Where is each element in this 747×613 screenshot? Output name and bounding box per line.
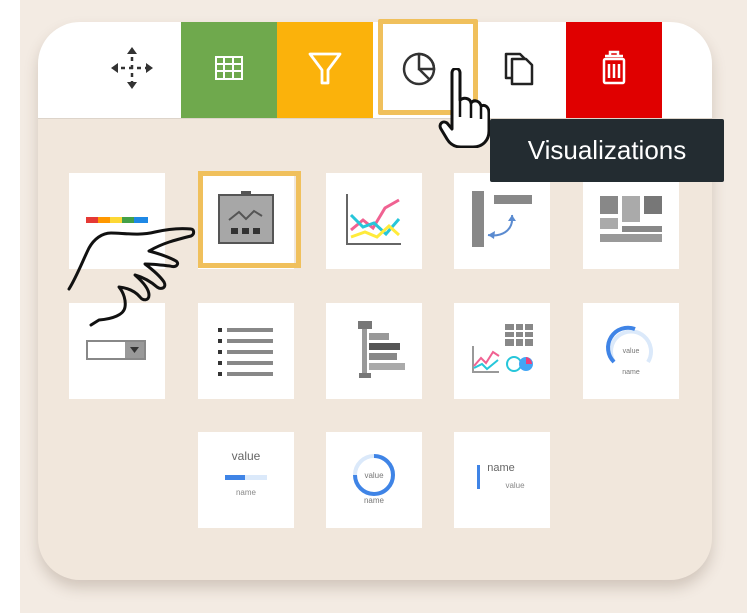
copy-tool-button[interactable] [469,22,565,118]
line-chart-icon [343,190,405,253]
page: value name value name value name name va… [0,0,747,613]
svg-text:name: name [236,488,257,497]
visualizations-tool-button[interactable] [373,22,469,118]
toolbar [38,22,712,119]
visualization-tile-dropdown[interactable] [69,303,165,399]
pie-chart-icon [397,44,445,97]
visualizations-tooltip: Visualizations [490,119,724,182]
visualization-tile-color-bar[interactable] [69,173,165,269]
visualization-tile-hierarchy[interactable] [326,303,422,399]
copy-icon [498,48,536,93]
svg-text:value: value [232,449,261,463]
hierarchy-icon [342,317,406,386]
dashboard-icon [469,320,535,383]
grid-layout-icon [598,190,664,253]
svg-text:value: value [623,348,640,355]
svg-text:name: name [364,496,385,505]
visualization-tile-list[interactable] [198,303,294,399]
filter-tool-button[interactable] [277,22,373,118]
visualization-tile-circular-gauge[interactable]: value name [583,303,679,399]
linear-gauge-icon: value name [211,445,281,516]
svg-text:name: name [487,462,515,474]
color-bar-icon [86,208,148,235]
visualization-tile-linear-gauge[interactable]: value name [198,432,294,528]
visualization-tile-dashboard[interactable] [454,303,550,399]
move-arrows-icon [109,45,155,96]
sparkline-icon [217,190,275,252]
delete-tool-button[interactable] [566,22,662,118]
visualization-tile-sparkline[interactable] [198,173,294,269]
circular-gauge-icon: value name [596,314,666,389]
table-tool-button[interactable] [181,22,277,118]
table-icon [214,54,244,87]
visualization-tile-line-chart[interactable] [326,173,422,269]
visualization-tile-flow[interactable] [454,173,550,269]
ring-gauge-icon: value name [339,445,409,516]
bullet-kpi-icon: name value [467,445,537,516]
visualization-panel: value name value name value name name va… [38,22,712,580]
filter-icon [306,49,344,92]
move-tool-button[interactable] [84,22,180,118]
flow-icon [470,187,534,256]
list-icon [217,321,275,382]
svg-text:name: name [622,369,640,376]
visualization-tile-ring-gauge[interactable]: value name [326,432,422,528]
trash-icon [597,48,631,93]
svg-text:value: value [505,481,525,490]
dropdown-icon [86,335,148,368]
svg-text:value: value [364,471,384,480]
visualization-tile-bullet-kpi[interactable]: name value [454,432,550,528]
visualization-tile-grid-layout[interactable] [583,173,679,269]
